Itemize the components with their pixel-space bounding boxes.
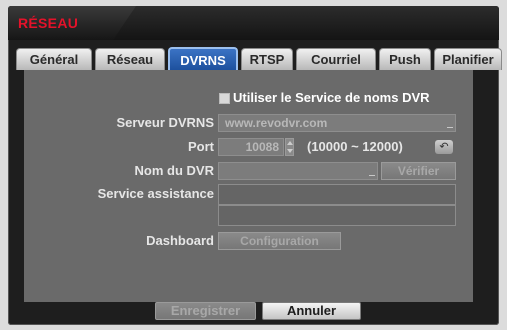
tab-label: Réseau [106, 52, 154, 67]
tab-label: Courriel [311, 52, 361, 67]
server-label: Serveur DVRNS [116, 115, 214, 130]
port-field[interactable]: 10088 [218, 138, 284, 156]
configuration-button[interactable]: Configuration [218, 232, 341, 250]
tab-courriel[interactable]: Courriel [296, 48, 376, 70]
server-field[interactable]: www.revodvr.com [218, 114, 456, 132]
dashboard-label: Dashboard [146, 233, 214, 248]
tab-reseau[interactable]: Réseau [95, 48, 165, 70]
tab-label: DVRNS [180, 52, 226, 68]
port-range: (10000 ~ 12000) [307, 139, 403, 154]
server-value: www.revodvr.com [225, 116, 328, 130]
help-service-label: Service assistance [97, 186, 214, 201]
port-label: Port [188, 139, 214, 154]
verify-button[interactable]: Vérifier [381, 162, 456, 180]
save-button[interactable]: Enregistrer [155, 302, 256, 320]
tab-label: Général [29, 52, 79, 67]
dvrns-panel: Utiliser le Service de noms DVR Serveur … [24, 70, 473, 302]
tab-general[interactable]: Général [16, 48, 92, 70]
dvr-name-label: Nom du DVR [134, 163, 214, 178]
tab-dvrns[interactable]: DVRNS [168, 47, 238, 71]
tab-push[interactable]: Push [379, 48, 431, 70]
tab-label: Planifier [442, 52, 494, 67]
cancel-button[interactable]: Annuler [262, 302, 361, 320]
undo-arrow-icon[interactable]: ↶ [435, 140, 453, 154]
tab-label: Push [389, 52, 421, 67]
use-service-checkbox[interactable] [219, 93, 230, 104]
title-bar: RÉSEAU [8, 6, 499, 40]
port-value: 10088 [245, 140, 279, 154]
tab-label: RTSP [249, 52, 285, 67]
tab-planifier[interactable]: Planifier [434, 48, 502, 70]
tab-rtsp[interactable]: RTSP [241, 48, 293, 70]
window-title: RÉSEAU [18, 15, 79, 31]
help-service-box-2[interactable] [218, 205, 456, 226]
dvr-name-field[interactable] [218, 162, 378, 180]
use-service-label: Utiliser le Service de noms DVR [233, 90, 430, 105]
dropdown-icon [369, 175, 375, 176]
spinner-icon[interactable] [285, 138, 294, 156]
dropdown-icon [447, 127, 453, 128]
help-service-box-1[interactable] [218, 184, 456, 205]
